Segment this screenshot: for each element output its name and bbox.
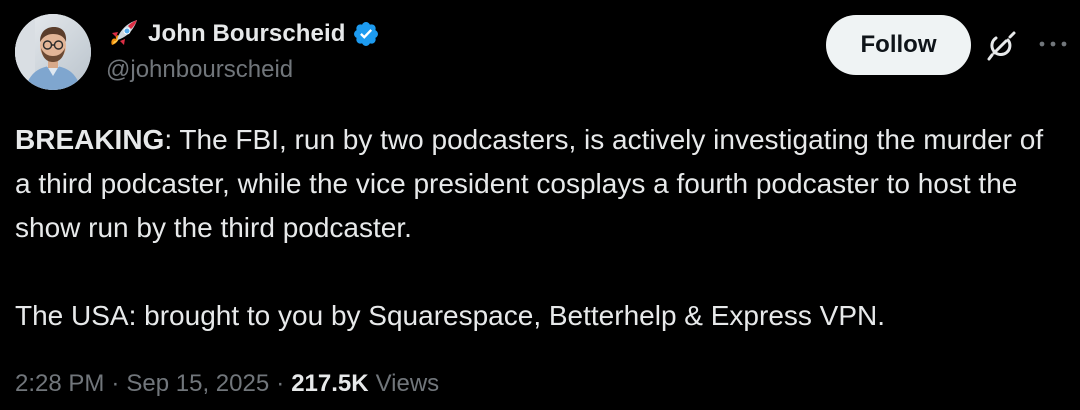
views-label[interactable]: Views [376,370,440,398]
tweet-paragraph-2: The USA: brought to you by Squarespace, … [15,300,886,331]
avatar-photo [15,14,91,90]
follow-button[interactable]: Follow [826,15,971,75]
breaking-label: BREAKING [15,124,165,155]
tweet-meta: 2:28 PM · Sep 15, 2025 · 217.5K Views [15,370,439,398]
tweet-paragraph-1-text: : The FBI, run by two podcasters, is act… [15,124,1044,243]
author-display-name[interactable]: John Bourscheid [148,20,346,48]
tweet-text: BREAKING: The FBI, run by two podcasters… [15,118,1065,338]
author-avatar[interactable] [15,14,91,90]
author-handle[interactable]: @johnbourscheid [106,56,293,84]
tweet-date[interactable]: Sep 15, 2025 [126,370,269,398]
tweet-paragraph-1: BREAKING: The FBI, run by two podcasters… [15,118,1065,250]
views-count[interactable]: 217.5K [291,370,368,398]
grok-icon[interactable] [984,29,1018,63]
author-name-row[interactable]: John Bourscheid [106,14,380,54]
tweet-card: John Bourscheid @johnbourscheid Follow B… [0,0,1080,410]
meta-separator: · [111,370,120,397]
verified-badge-icon[interactable] [352,20,380,48]
tweet-time[interactable]: 2:28 PM [15,370,104,398]
more-dots-icon[interactable] [1036,36,1070,52]
meta-separator: · [276,370,285,397]
rocket-icon [111,20,137,45]
